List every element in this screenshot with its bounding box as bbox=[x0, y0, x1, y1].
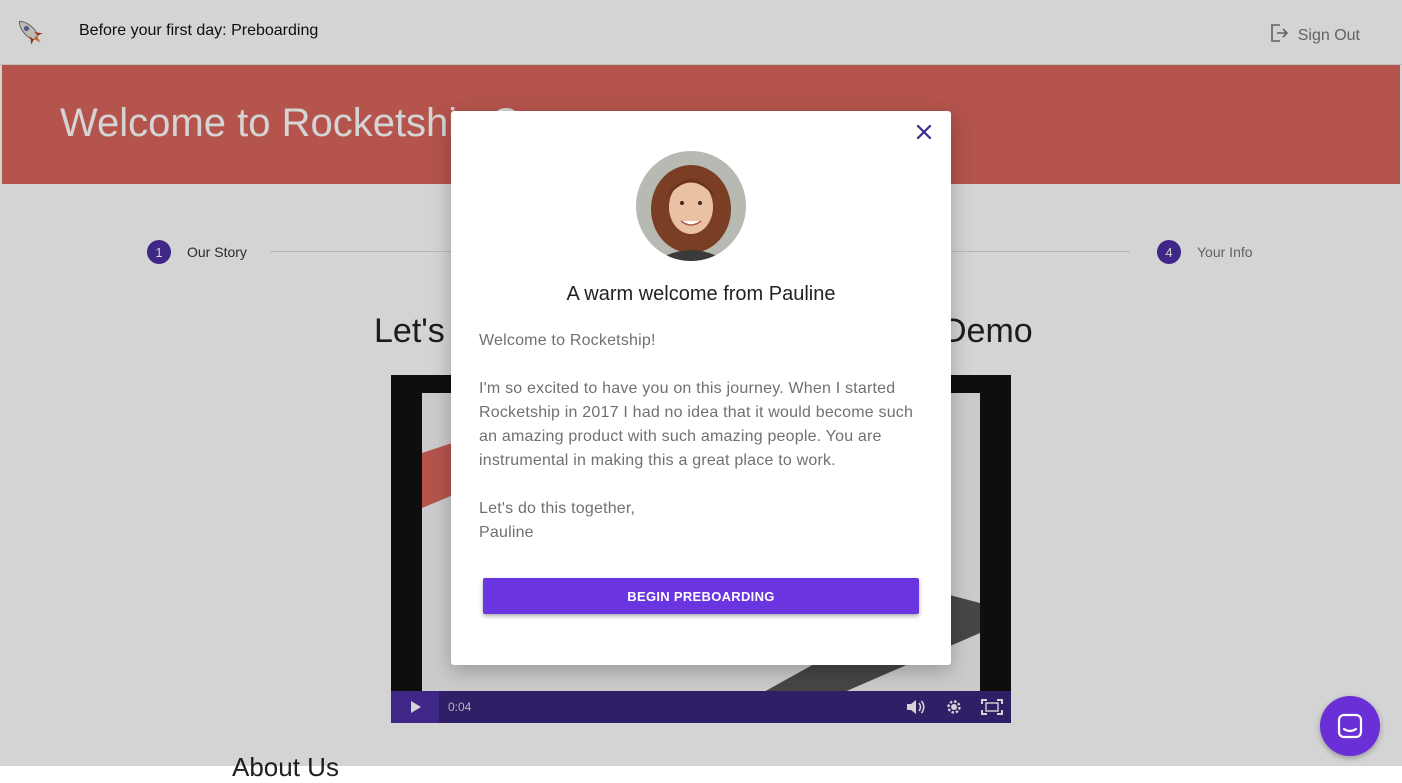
chat-launcher-button[interactable] bbox=[1320, 696, 1380, 756]
close-icon bbox=[916, 124, 932, 140]
close-button[interactable] bbox=[913, 121, 935, 143]
chat-icon bbox=[1337, 713, 1363, 739]
signoff-name: Pauline bbox=[479, 524, 534, 541]
begin-preboarding-button[interactable]: BEGIN PREBOARDING bbox=[483, 578, 919, 614]
modal-title: A warm welcome from Pauline bbox=[566, 283, 836, 305]
welcome-line: Welcome to Rocketship! bbox=[479, 332, 656, 349]
welcome-paragraph: I'm so excited to have you on this journ… bbox=[479, 380, 914, 469]
modal-body: Welcome to Rocketship! I'm so excited to… bbox=[479, 329, 935, 545]
signoff-line: Let's do this together, bbox=[479, 500, 636, 517]
avatar bbox=[636, 151, 746, 261]
welcome-modal: A warm welcome from Pauline Welcome to R… bbox=[451, 111, 951, 665]
